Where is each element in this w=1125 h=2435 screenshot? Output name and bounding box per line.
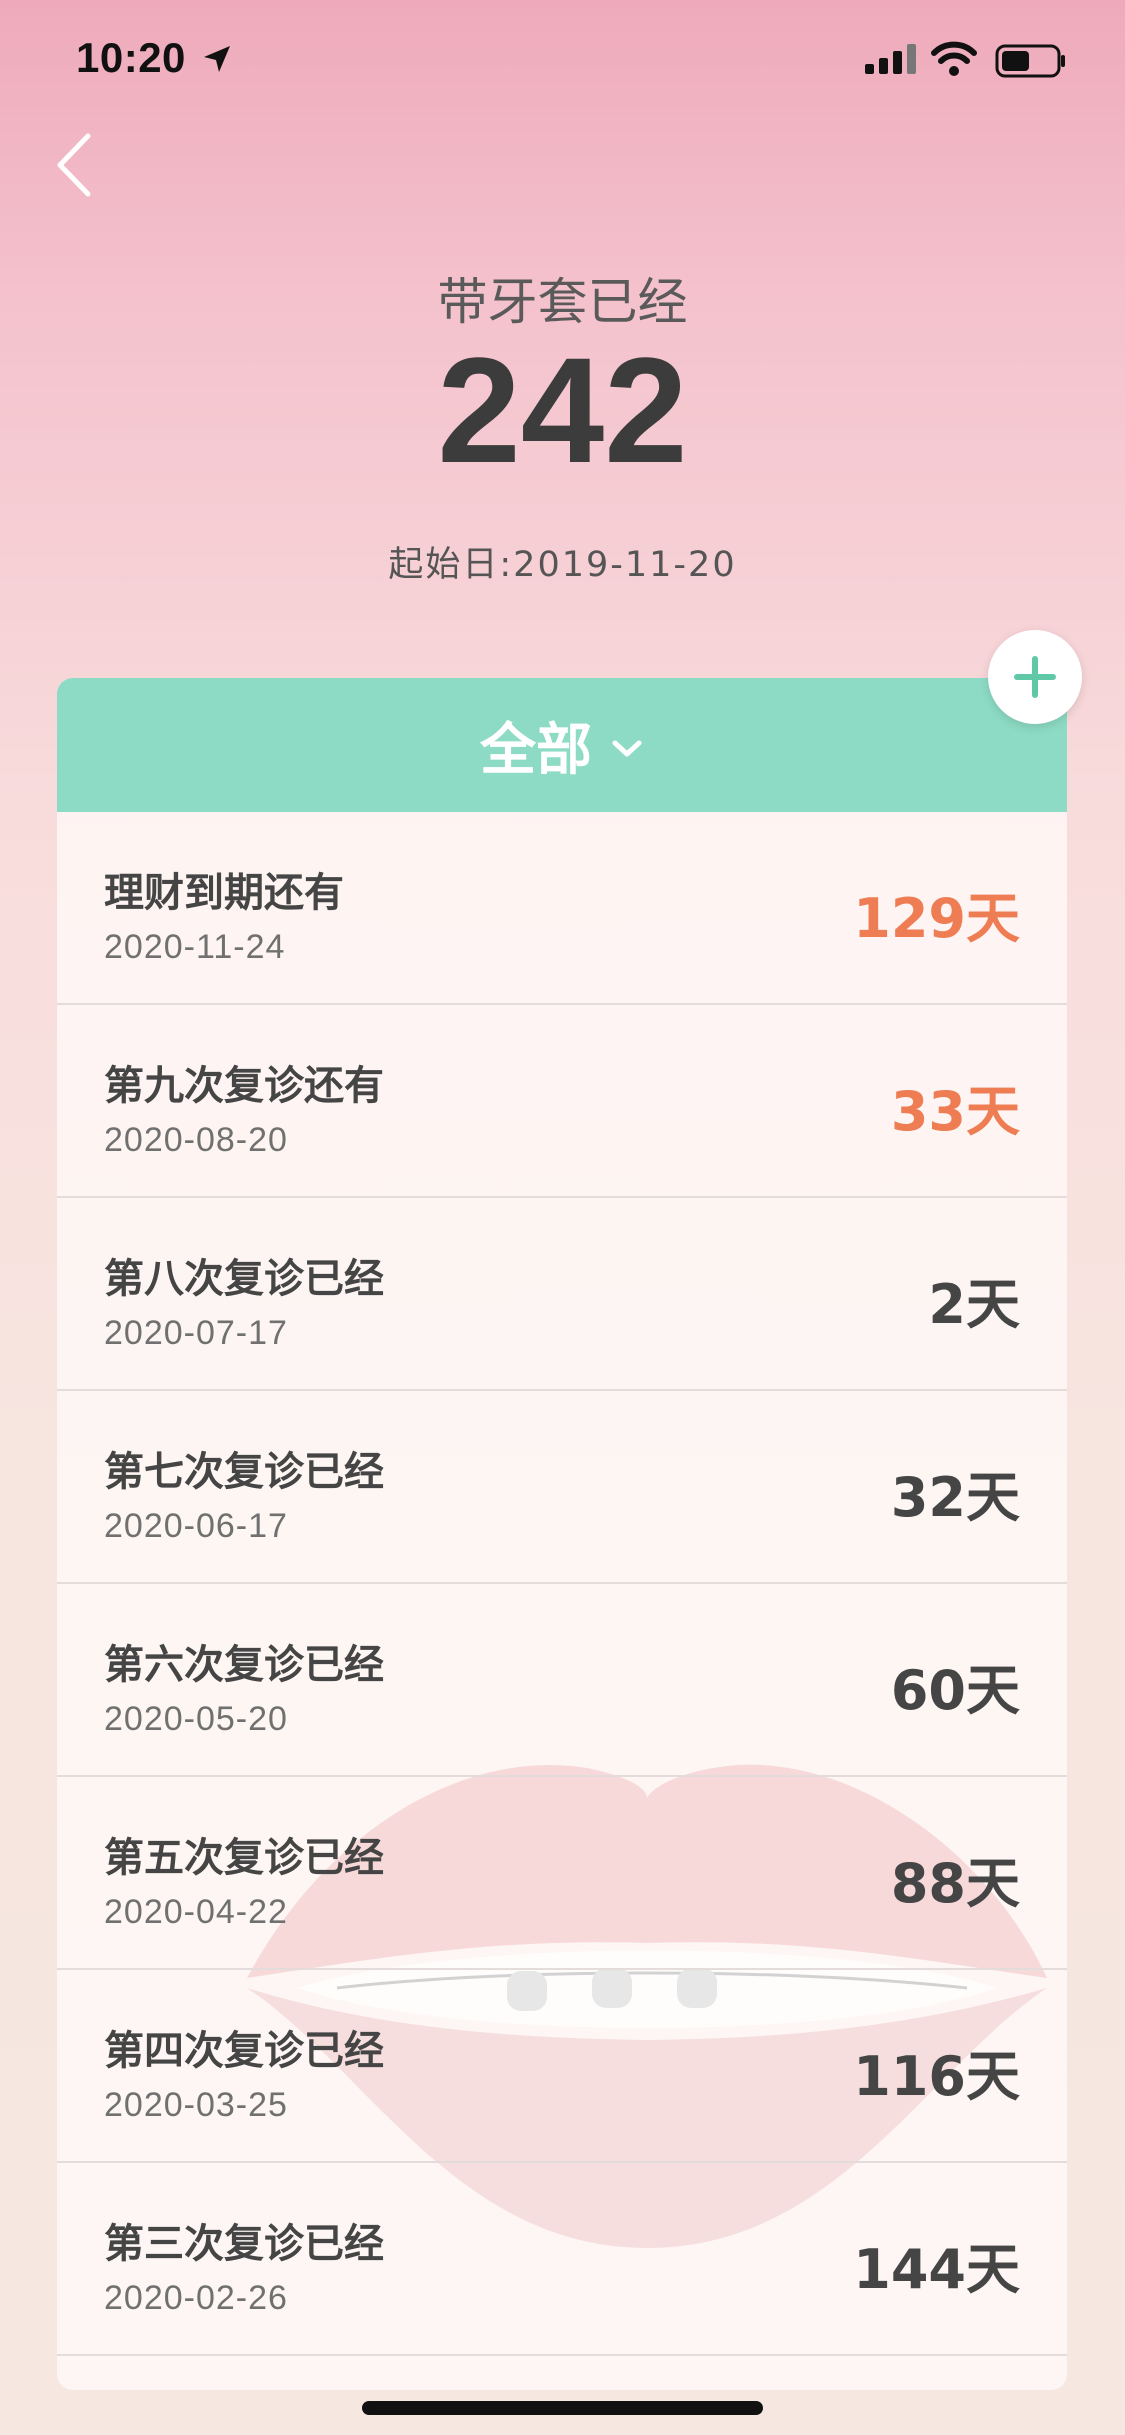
chevron-left-icon	[57, 133, 91, 197]
filter-dropdown[interactable]: 全部	[57, 678, 1067, 812]
event-days: 144天	[853, 2238, 1020, 2301]
list-item[interactable]: 第四次复诊已经 2020-03-25 116天	[57, 1970, 1067, 2163]
home-indicator[interactable]	[362, 2401, 763, 2415]
plus-icon	[1014, 656, 1056, 698]
event-title: 第六次复诊已经	[104, 1642, 384, 1688]
list-item[interactable]: 第八次复诊已经 2020-07-17 2天	[57, 1198, 1067, 1391]
location-arrow-icon	[204, 46, 230, 72]
list-item[interactable]: 第三次复诊已经 2020-02-26 144天	[57, 2163, 1067, 2356]
battery-icon	[995, 44, 1065, 78]
list-item[interactable]: 第五次复诊已经 2020-04-22 88天	[57, 1777, 1067, 1970]
event-date: 2020-04-22	[104, 1893, 288, 1931]
event-title: 第五次复诊已经	[104, 1835, 384, 1881]
list-item[interactable]: 第六次复诊已经 2020-05-20 60天	[57, 1584, 1067, 1777]
back-button[interactable]	[52, 130, 112, 200]
filter-label: 全部	[480, 717, 592, 783]
event-title: 第四次复诊已经	[104, 2028, 384, 2074]
event-title: 第七次复诊已经	[104, 1449, 384, 1495]
event-title: 第三次复诊已经	[104, 2221, 384, 2267]
list-item[interactable]: 理财到期还有 2020-11-24 129天	[57, 812, 1067, 1005]
events-card: 全部 理财到期还有 2020-11-24 129天 第九次复诊还有 2020-0…	[57, 678, 1067, 2390]
wifi-icon	[931, 41, 977, 76]
event-days: 60天	[890, 1659, 1020, 1722]
cellular-signal-icon	[865, 44, 916, 74]
event-days: 88天	[890, 1852, 1020, 1915]
list-item[interactable]: 第九次复诊还有 2020-08-20 33天	[57, 1005, 1067, 1198]
status-time: 10:20	[76, 34, 186, 81]
event-date: 2020-02-26	[104, 2279, 288, 2317]
add-event-button[interactable]	[988, 630, 1082, 724]
event-date: 2020-06-17	[104, 1507, 288, 1545]
event-days: 33天	[890, 1080, 1020, 1143]
event-date: 2020-05-20	[104, 1700, 288, 1738]
event-days: 2天	[928, 1273, 1020, 1336]
event-list: 理财到期还有 2020-11-24 129天 第九次复诊还有 2020-08-2…	[57, 812, 1067, 2356]
event-date: 2020-11-24	[104, 928, 286, 966]
start-date: 起始日:2019-11-20	[388, 545, 737, 585]
list-item[interactable]: 第七次复诊已经 2020-06-17 32天	[57, 1391, 1067, 1584]
event-title: 理财到期还有	[104, 870, 344, 916]
event-title: 第八次复诊已经	[104, 1256, 384, 1302]
days-count: 242	[437, 326, 688, 494]
event-title: 第九次复诊还有	[104, 1063, 384, 1109]
event-date: 2020-03-25	[104, 2086, 288, 2124]
event-days: 116天	[853, 2045, 1020, 2108]
status-bar: 10:20	[0, 0, 1125, 120]
event-days: 32天	[890, 1466, 1020, 1529]
header-subtitle: 带牙套已经	[437, 273, 688, 331]
event-date: 2020-08-20	[104, 1121, 288, 1159]
event-days: 129天	[853, 887, 1020, 950]
event-date: 2020-07-17	[104, 1314, 288, 1352]
chevron-down-icon	[612, 740, 642, 757]
